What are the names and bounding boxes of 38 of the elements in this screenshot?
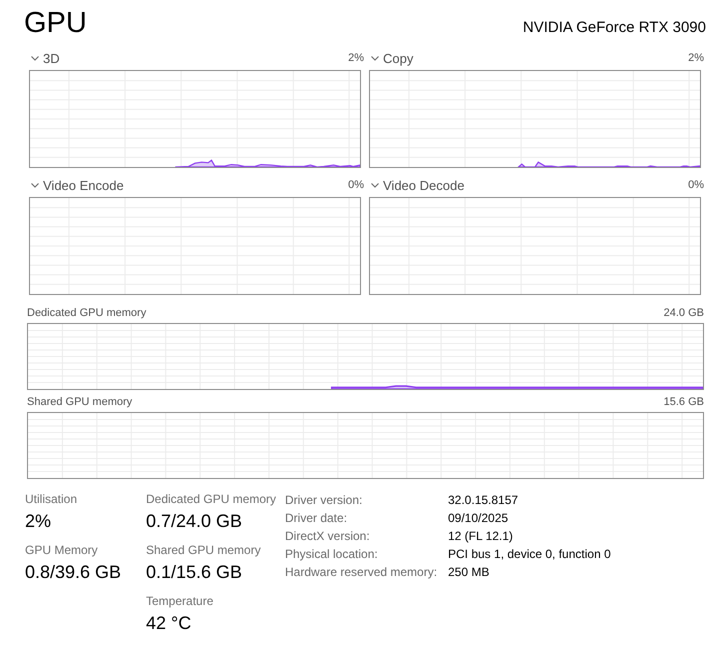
stat-label: Shared GPU memory xyxy=(146,542,262,559)
usage-percent: 0% xyxy=(688,179,704,191)
detail-label: Driver date: xyxy=(285,510,348,527)
graph-title: Shared GPU memory xyxy=(27,396,132,408)
engine-selector[interactable]: Copy xyxy=(369,50,414,66)
detail-label: DirectX version: xyxy=(285,528,371,545)
chevron-down-icon xyxy=(371,182,379,188)
usage-percent: 2% xyxy=(688,52,704,64)
chevron-down-icon xyxy=(31,182,39,188)
detail-label: Driver version: xyxy=(285,492,364,509)
detail-label: Hardware reserved memory: xyxy=(285,564,438,581)
detail-value: PCI bus 1, device 0, function 0 xyxy=(448,546,611,563)
stat-label: Utilisation xyxy=(25,491,78,508)
memory-capacity: 24.0 GB xyxy=(664,307,704,319)
engine-selector[interactable]: 3D xyxy=(29,50,60,66)
engine-selector[interactable]: Video Encode xyxy=(29,178,124,192)
stat-value: 0.7/24.0 GB xyxy=(146,510,244,533)
detail-label: Physical location: xyxy=(285,546,379,563)
detail-value: 12 (FL 12.1) xyxy=(448,528,514,545)
chevron-down-icon xyxy=(31,56,39,60)
detail-value: 09/10/2025 xyxy=(448,510,510,527)
detail-value: 32.0.15.8157 xyxy=(448,492,520,509)
device-name: NVIDIA GeForce RTX 3090 xyxy=(522,19,706,37)
memory-capacity: 15.6 GB xyxy=(664,396,704,408)
engine-selector[interactable]: Video Decode xyxy=(369,178,464,192)
stat-label: Dedicated GPU memory xyxy=(146,491,278,508)
stat-value: 42 °C xyxy=(146,612,192,635)
page-title: GPU xyxy=(24,6,87,40)
stat-value: 2% xyxy=(25,510,52,533)
usage-percent: 0% xyxy=(348,179,364,191)
stat-value: 0.8/39.6 GB xyxy=(25,561,122,584)
stat-label: GPU Memory xyxy=(25,542,99,559)
usage-percent: 2% xyxy=(348,52,364,64)
graph-title: Dedicated GPU memory xyxy=(27,307,146,319)
chevron-down-icon xyxy=(371,56,379,60)
detail-value: 250 MB xyxy=(448,564,490,581)
stat-label: Temperature xyxy=(146,593,214,610)
stat-value: 0.1/15.6 GB xyxy=(146,561,244,584)
